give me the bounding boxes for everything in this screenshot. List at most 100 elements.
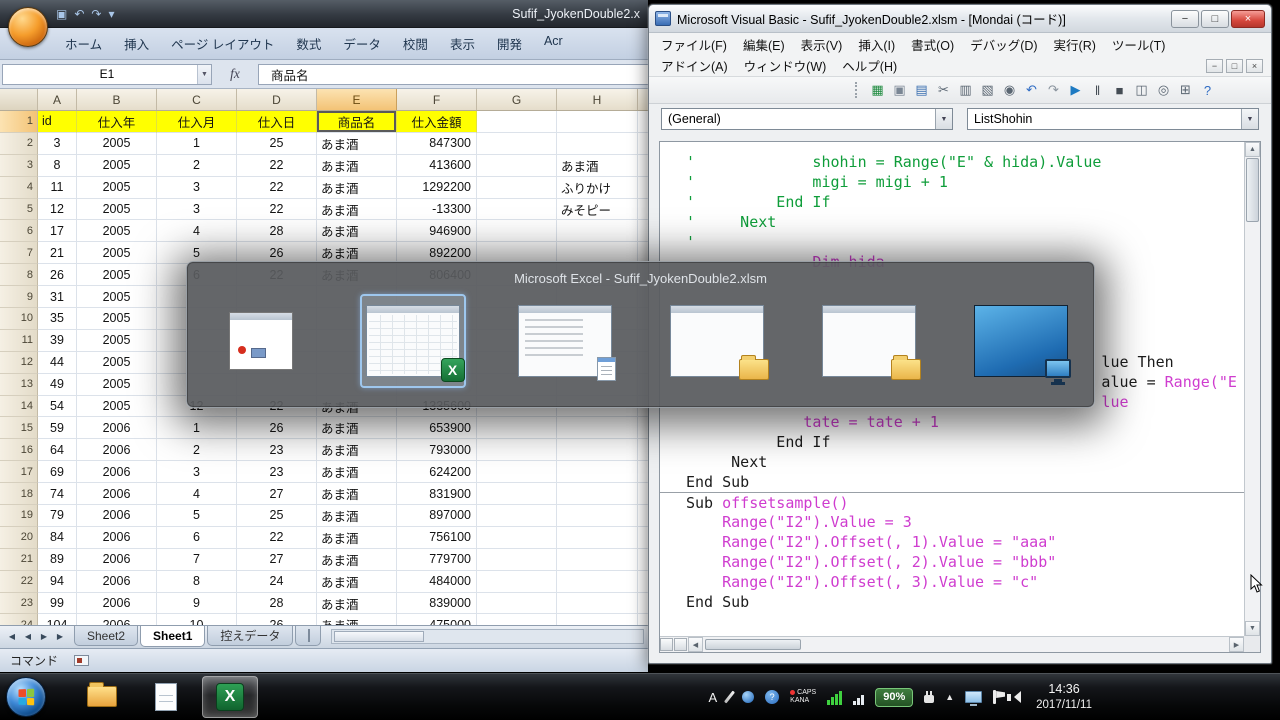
cell-D5[interactable]: 22 bbox=[237, 199, 317, 221]
reset-icon[interactable]: ■ bbox=[1110, 81, 1129, 100]
cell-G20[interactable] bbox=[477, 527, 557, 549]
close-button[interactable]: × bbox=[1231, 10, 1265, 28]
undo-button[interactable]: ↶ bbox=[74, 8, 84, 20]
row-header-13[interactable]: 13 bbox=[0, 374, 38, 396]
ribbon-tab-7[interactable]: 表示 bbox=[439, 28, 486, 59]
undo-icon[interactable]: ↶ bbox=[1022, 81, 1041, 100]
cell-B1[interactable]: 仕入年 bbox=[77, 111, 157, 133]
cell-G23[interactable] bbox=[477, 593, 557, 615]
toolbar-grip[interactable] bbox=[855, 82, 859, 98]
cell-H20[interactable] bbox=[557, 527, 638, 549]
row-header-2[interactable]: 2 bbox=[0, 133, 38, 155]
excel-taskbar-button[interactable]: X bbox=[202, 676, 258, 718]
cell-G4[interactable] bbox=[477, 177, 557, 199]
help-icon[interactable]: ? bbox=[1198, 81, 1217, 100]
cell-B24[interactable]: 2006 bbox=[77, 614, 157, 625]
sheet-tab-控えデータ[interactable]: 控えデータ bbox=[207, 626, 293, 646]
cell-H6[interactable] bbox=[557, 220, 638, 242]
cell-D22[interactable]: 24 bbox=[237, 571, 317, 593]
ribbon-tab-2[interactable]: 挿入 bbox=[113, 28, 160, 59]
cell-B9[interactable]: 2005 bbox=[77, 286, 157, 308]
paste-icon[interactable]: ▧ bbox=[978, 81, 997, 100]
cell-B12[interactable]: 2005 bbox=[77, 352, 157, 374]
cell-B3[interactable]: 2005 bbox=[77, 155, 157, 177]
cell-H15[interactable] bbox=[557, 417, 638, 439]
cell-B20[interactable]: 2006 bbox=[77, 527, 157, 549]
cell-B8[interactable]: 2005 bbox=[77, 264, 157, 286]
vbe-menu-7[interactable]: 実行(R) bbox=[1046, 33, 1104, 56]
vbe-menu-1[interactable]: ファイル(F) bbox=[653, 33, 735, 56]
folder-window-thumbnail[interactable] bbox=[664, 294, 770, 388]
cell-C1[interactable]: 仕入月 bbox=[157, 111, 237, 133]
desktop-thumbnail[interactable] bbox=[968, 294, 1074, 388]
cell-G18[interactable] bbox=[477, 483, 557, 505]
column-header-E[interactable]: E bbox=[317, 89, 397, 110]
cell-B2[interactable]: 2005 bbox=[77, 133, 157, 155]
next-sheet-button[interactable]: ▶ bbox=[36, 628, 52, 645]
display-icon[interactable] bbox=[965, 691, 982, 703]
row-header-3[interactable]: 3 bbox=[0, 155, 38, 177]
cell-D23[interactable]: 28 bbox=[237, 593, 317, 615]
cell-F22[interactable]: 484000 bbox=[397, 571, 477, 593]
cell-D1[interactable]: 仕入日 bbox=[237, 111, 317, 133]
row-header-6[interactable]: 6 bbox=[0, 220, 38, 242]
cell-A7[interactable]: 21 bbox=[38, 242, 77, 264]
save-icon[interactable]: ▤ bbox=[912, 81, 931, 100]
procedure-dropdown[interactable]: ListShohin ▼ bbox=[967, 108, 1259, 130]
last-sheet-button[interactable]: ▶ bbox=[52, 628, 68, 645]
scroll-left-icon[interactable]: ◀ bbox=[688, 637, 703, 652]
cell-D21[interactable]: 27 bbox=[237, 549, 317, 571]
project-explorer-icon[interactable]: ◫ bbox=[1132, 81, 1151, 100]
cell-E18[interactable]: あま酒 bbox=[317, 483, 397, 505]
formula-bar[interactable]: 商品名 bbox=[258, 64, 648, 85]
vbe-menu-3[interactable]: 表示(V) bbox=[793, 33, 851, 56]
cell-E2[interactable]: あま酒 bbox=[317, 133, 397, 155]
object-browser-icon[interactable]: ◎ bbox=[1154, 81, 1173, 100]
vertical-scrollbar-thumb[interactable] bbox=[1246, 158, 1259, 222]
minimize-button[interactable]: − bbox=[1171, 10, 1199, 28]
cell-B23[interactable]: 2006 bbox=[77, 593, 157, 615]
column-header-D[interactable]: D bbox=[237, 89, 317, 110]
cell-E16[interactable]: あま酒 bbox=[317, 439, 397, 461]
cell-D18[interactable]: 27 bbox=[237, 483, 317, 505]
cell-E1[interactable]: 商品名 bbox=[317, 111, 397, 133]
cell-H5[interactable]: みそピー bbox=[557, 199, 638, 221]
row-header-7[interactable]: 7 bbox=[0, 242, 38, 264]
cell-A18[interactable]: 74 bbox=[38, 483, 77, 505]
cell-F18[interactable]: 831900 bbox=[397, 483, 477, 505]
cell-G5[interactable] bbox=[477, 199, 557, 221]
cell-A5[interactable]: 12 bbox=[38, 199, 77, 221]
cell-F16[interactable]: 793000 bbox=[397, 439, 477, 461]
code-horizontal-scrollbar[interactable]: ◀ ▶ bbox=[660, 636, 1244, 652]
row-header-1[interactable]: 1 bbox=[0, 111, 38, 133]
cell-F24[interactable]: 475000 bbox=[397, 614, 477, 625]
cell-G2[interactable] bbox=[477, 133, 557, 155]
cell-B14[interactable]: 2005 bbox=[77, 396, 157, 418]
dialog-window-thumbnail[interactable] bbox=[208, 294, 314, 388]
column-header-C[interactable]: C bbox=[157, 89, 237, 110]
row-header-23[interactable]: 23 bbox=[0, 593, 38, 615]
vbe-menu-8[interactable]: ツール(T) bbox=[1104, 33, 1173, 56]
cell-A23[interactable]: 99 bbox=[38, 593, 77, 615]
cell-C2[interactable]: 1 bbox=[157, 133, 237, 155]
cell-A19[interactable]: 79 bbox=[38, 505, 77, 527]
column-header-G[interactable]: G bbox=[477, 89, 557, 110]
cell-E3[interactable]: あま酒 bbox=[317, 155, 397, 177]
cell-D2[interactable]: 25 bbox=[237, 133, 317, 155]
row-header-8[interactable]: 8 bbox=[0, 264, 38, 286]
cell-C17[interactable]: 3 bbox=[157, 461, 237, 483]
horizontal-scrollbar-thumb[interactable] bbox=[705, 639, 801, 650]
cell-B22[interactable]: 2006 bbox=[77, 571, 157, 593]
clock[interactable]: 14:362017/11/11 bbox=[1036, 681, 1092, 712]
row-header-17[interactable]: 17 bbox=[0, 461, 38, 483]
redo-button[interactable]: ↷ bbox=[91, 8, 101, 20]
cell-B21[interactable]: 2006 bbox=[77, 549, 157, 571]
macro-record-icon[interactable] bbox=[74, 655, 89, 666]
row-header-12[interactable]: 12 bbox=[0, 352, 38, 374]
cell-C24[interactable]: 10 bbox=[157, 614, 237, 625]
pen-input-icon[interactable] bbox=[724, 691, 735, 704]
cell-D19[interactable]: 25 bbox=[237, 505, 317, 527]
column-header-F[interactable]: F bbox=[397, 89, 477, 110]
ribbon-tab-8[interactable]: 開発 bbox=[486, 28, 533, 59]
vbe-menu-9[interactable]: アドイン(A) bbox=[653, 54, 736, 77]
